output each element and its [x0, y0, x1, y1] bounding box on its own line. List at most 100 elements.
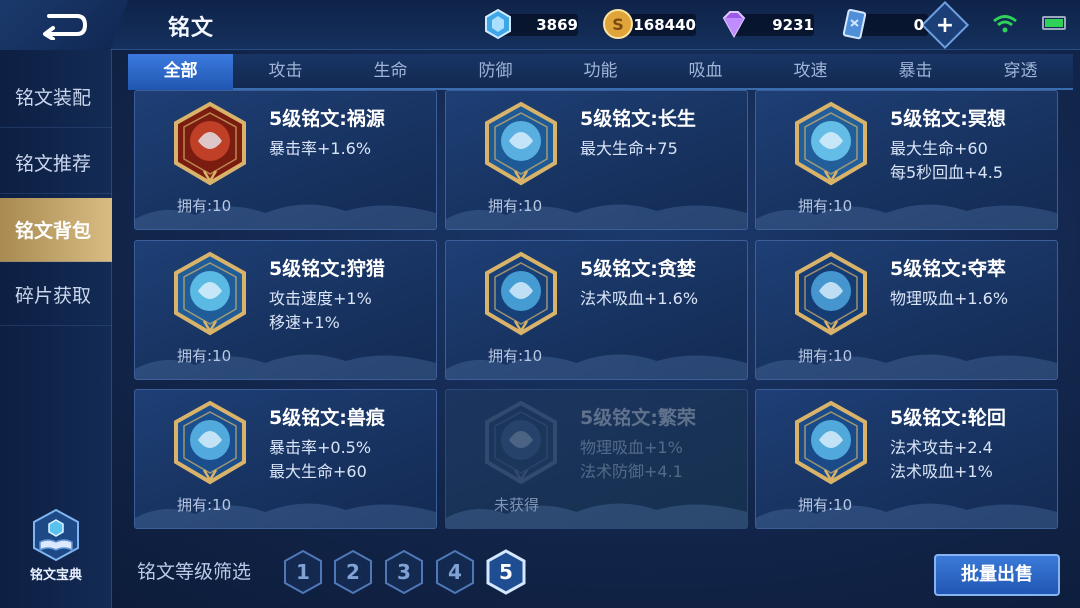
prosperity-rune-icon [485, 400, 557, 485]
category-tabs: 全部 攻击 生命 防御 功能 吸血 攻速 暴击 穿透 [128, 54, 1073, 90]
tab-defense[interactable]: 防御 [443, 54, 548, 90]
tab-attack[interactable]: 攻击 [233, 54, 338, 90]
rune-card[interactable]: 5级铭文:长生 最大生命+75 拥有:10 [445, 90, 748, 230]
hunting-rune-icon [174, 251, 246, 336]
rune-name: 5级铭文:轮回 [890, 407, 1006, 429]
rune-card[interactable]: 5级铭文:夺萃 物理吸血+1.6% 拥有:10 [755, 240, 1058, 380]
owned-count: 拥有:10 [798, 496, 853, 514]
cloud-decoration [446, 503, 747, 528]
add-ticket-button[interactable]: + [920, 0, 970, 50]
sidebar-item-label: 铭文装配 [15, 87, 92, 109]
rune-name: 5级铭文:冥想 [890, 108, 1006, 130]
sidebar-item-fragment-obtain[interactable]: 碎片获取 [0, 264, 112, 326]
level-filter-1[interactable]: 1 [281, 548, 325, 596]
level-number: 3 [397, 560, 411, 584]
card-ticket-icon [842, 8, 867, 40]
rune-name: 5级铭文:贪婪 [580, 258, 696, 280]
rune-card[interactable]: 5级铭文:冥想 最大生命+60 每5秒回血+4.5 拥有:10 [755, 90, 1058, 230]
diamond-counter: 3869 [482, 8, 578, 40]
page-title: 铭文 [168, 16, 215, 41]
level-number: 4 [448, 560, 462, 584]
tab-all[interactable]: 全部 [128, 54, 233, 90]
back-button[interactable] [0, 0, 128, 50]
rune-name: 5级铭文:夺萃 [890, 258, 1006, 280]
blue-crystal-icon [485, 8, 511, 40]
rune-stat: 攻击速度+1% [269, 289, 372, 308]
tab-penetration[interactable]: 穿透 [968, 54, 1073, 90]
battery-icon [1042, 16, 1066, 30]
rune-stat: 物理吸血+1.6% [890, 289, 1009, 308]
owned-count: 拥有:10 [488, 197, 543, 215]
tab-critical[interactable]: 暴击 [863, 54, 968, 90]
rune-stat: 移速+1% [269, 313, 340, 332]
owned-count: 拥有:10 [798, 347, 853, 365]
level-filter-4[interactable]: 4 [433, 548, 477, 596]
gold-counter: S 168440 [602, 8, 696, 40]
rune-stat: 最大生命+60 [890, 139, 988, 158]
rune-stat: 每5秒回血+4.5 [890, 163, 1004, 182]
level-filter-3[interactable]: 3 [382, 548, 426, 596]
svg-text:S: S [612, 15, 624, 34]
tab-utility[interactable]: 功能 [548, 54, 653, 90]
rune-stat: 暴击率+1.6% [269, 139, 372, 158]
level-number: 5 [499, 560, 513, 584]
owned-count: 拥有:10 [488, 347, 543, 365]
back-arrow-icon [43, 14, 88, 40]
rune-name: 5级铭文:祸源 [269, 108, 385, 130]
tab-health[interactable]: 生命 [338, 54, 443, 90]
rune-codex-button[interactable]: 铭文宝典 [22, 508, 90, 588]
level-filter-5[interactable]: 5 [484, 548, 528, 596]
calamity-rune-icon [174, 101, 246, 186]
rune-stat: 最大生命+60 [269, 462, 367, 481]
owned-count: 拥有:10 [798, 197, 853, 215]
level-filter-2[interactable]: 2 [331, 548, 375, 596]
rune-name: 5级铭文:长生 [580, 108, 696, 130]
tab-lifesteal[interactable]: 吸血 [653, 54, 758, 90]
rune-book-icon [33, 508, 79, 562]
rune-card[interactable]: 5级铭文:贪婪 法术吸血+1.6% 拥有:10 [445, 240, 748, 380]
plus-icon: + [935, 12, 955, 38]
rune-codex-label: 铭文宝典 [29, 568, 82, 583]
meditation-rune-icon [795, 101, 867, 186]
top-bar: 铭文 3869 S 168440 9231 0 + [0, 0, 1080, 50]
reincarnation-rune-icon [795, 400, 867, 485]
rune-stat: 法术吸血+1.6% [580, 289, 699, 308]
rune-card[interactable]: 5级铭文:祸源 暴击率+1.6% 拥有:10 [134, 90, 437, 230]
rune-card[interactable]: 5级铭文:兽痕 暴击率+0.5% 最大生命+60 拥有:10 [134, 389, 437, 529]
bulk-sell-button[interactable]: 批量出售 [934, 554, 1060, 596]
extraction-rune-icon [795, 251, 867, 336]
rune-stat: 法术攻击+2.4 [890, 438, 993, 457]
owned-count: 拥有:10 [177, 347, 232, 365]
purple-gem-icon [722, 11, 746, 39]
level-number: 2 [346, 560, 360, 584]
owned-count: 拥有:10 [177, 197, 232, 215]
sidebar-item-rune-bag[interactable]: 铭文背包 [0, 198, 112, 262]
level-number: 1 [296, 560, 310, 584]
sidebar-item-label: 碎片获取 [15, 285, 92, 307]
rune-stat: 最大生命+75 [580, 139, 678, 158]
gem-counter: 9231 [718, 8, 814, 40]
rune-stat: 法术防御+4.1 [580, 462, 683, 481]
gold-coin-icon: S [603, 9, 633, 39]
sidebar-item-label: 铭文推荐 [15, 153, 92, 175]
rune-name: 5级铭文:繁荣 [580, 407, 696, 429]
ticket-counter: 0 [838, 8, 928, 40]
rune-stat: 法术吸血+1% [890, 462, 993, 481]
sidebar-item-rune-equip[interactable]: 铭文装配 [0, 66, 112, 128]
not-obtained-label: 未获得 [494, 496, 540, 514]
sidebar-item-label: 铭文背包 [15, 220, 92, 242]
wifi-icon [993, 15, 1017, 33]
longevity-rune-icon [485, 101, 557, 186]
rune-stat: 暴击率+0.5% [269, 438, 372, 457]
rune-card[interactable]: 5级铭文:繁荣 物理吸血+1% 法术防御+4.1 未获得 [445, 389, 748, 529]
rune-card[interactable]: 5级铭文:轮回 法术攻击+2.4 法术吸血+1% 拥有:10 [755, 389, 1058, 529]
rune-name: 5级铭文:狩猎 [269, 258, 385, 280]
beast-mark-rune-icon [174, 400, 246, 485]
level-filter-label: 铭文等级筛选 [137, 561, 252, 583]
rune-name: 5级铭文:兽痕 [269, 407, 385, 429]
tab-attack-speed[interactable]: 攻速 [758, 54, 863, 90]
greed-rune-icon [485, 251, 557, 336]
sidebar-item-rune-recommend[interactable]: 铭文推荐 [0, 132, 112, 194]
rune-stat: 物理吸血+1% [580, 438, 683, 457]
rune-card[interactable]: 5级铭文:狩猎 攻击速度+1% 移速+1% 拥有:10 [134, 240, 437, 380]
